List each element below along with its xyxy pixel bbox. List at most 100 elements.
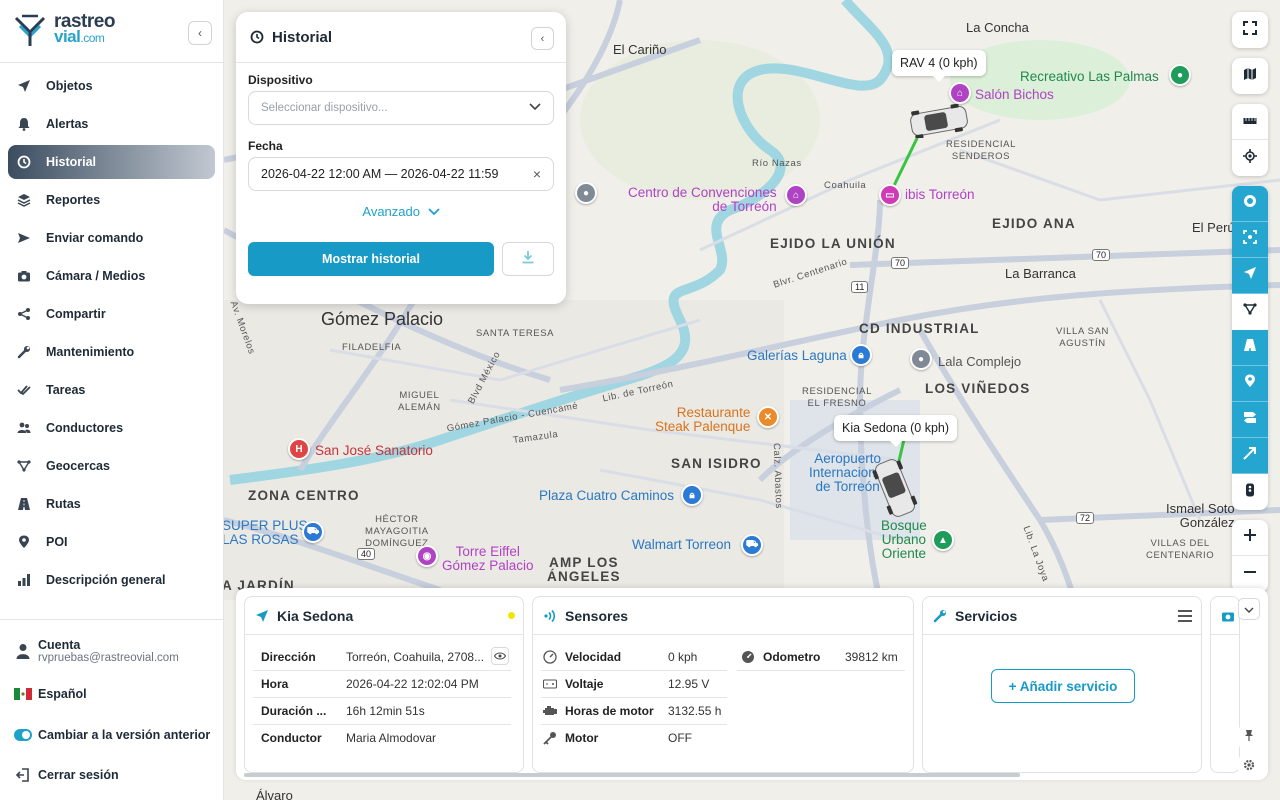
sidebar-item-label: Alertas xyxy=(46,117,89,131)
map-label: Álvaro xyxy=(256,788,293,800)
sidebar-item-label: Descripción general xyxy=(46,573,166,587)
sidebar-item-reportes[interactable]: Reportes xyxy=(8,183,215,217)
poi-camera-icon[interactable]: ◉ xyxy=(416,545,438,567)
poi-shopping-icon[interactable]: 🔒︎ xyxy=(681,484,703,506)
advanced-toggle[interactable]: Avanzado xyxy=(236,204,566,219)
poi-restaurant-icon[interactable]: ✕ xyxy=(757,406,779,428)
sidebar-item-poi[interactable]: POI xyxy=(8,525,215,559)
logout-button[interactable]: Cerrar sesión xyxy=(14,768,119,782)
map-label: Centro de Convenciones de Torreón xyxy=(628,185,777,214)
pin-panel-button[interactable] xyxy=(1238,726,1260,748)
sidebar-item-mantenimiento[interactable]: Mantenimiento xyxy=(8,335,215,369)
chevron-down-icon xyxy=(529,102,541,114)
clear-icon[interactable]: × xyxy=(533,166,541,182)
layer-toggle-button[interactable] xyxy=(1232,474,1268,510)
poi-generic-icon[interactable]: ● xyxy=(575,182,597,204)
sidebar-item-tareas[interactable]: Tareas xyxy=(8,373,215,407)
map-label: VILLA SAN AGUSTÍN xyxy=(1056,326,1109,349)
poi-cart-icon[interactable]: ⛟ xyxy=(302,521,324,543)
wrench-icon xyxy=(933,609,947,623)
sensor-row: Velocidad 0 kph xyxy=(543,650,697,664)
sidebar-item-descripcion-general[interactable]: Descripción general xyxy=(8,563,215,597)
sidebar-item-camara[interactable]: Cámara / Medios xyxy=(8,259,215,293)
sidebar-nav: Objetos Alertas Historial Reportes Envia… xyxy=(8,69,215,601)
layer-toggle-button[interactable] xyxy=(1232,402,1268,438)
close-panel-button[interactable]: ‹ xyxy=(531,27,554,50)
signpost-icon xyxy=(1243,410,1257,429)
vehicle-label-kia-sedona[interactable]: Kia Sedona (0 kph) xyxy=(834,415,958,447)
map-label: RESIDENCIAL EL FRESNO xyxy=(802,386,872,409)
logo[interactable]: rastreo vial.com xyxy=(12,12,115,48)
vehicle-car-icon[interactable] xyxy=(907,104,971,138)
zoom-out-button[interactable] xyxy=(1232,556,1268,592)
show-history-button[interactable]: Mostrar historial xyxy=(248,242,494,276)
vehicle-car-icon[interactable] xyxy=(870,454,920,522)
info-key: Hora xyxy=(261,677,289,691)
eye-icon[interactable] xyxy=(491,647,509,665)
sensor-value: 39812 km xyxy=(845,650,898,664)
signal-icon xyxy=(543,609,557,623)
info-value: Torreón, Coahuila, 2708... xyxy=(346,650,485,664)
poi-shopping-icon[interactable]: 🔒︎ xyxy=(850,344,872,366)
sidebar-item-historial[interactable]: Historial xyxy=(8,145,215,179)
poi-cart-icon[interactable]: ⛟ xyxy=(741,534,763,556)
sidebar-item-conductores[interactable]: Conductores xyxy=(8,411,215,445)
panel-settings-button[interactable] xyxy=(1238,756,1260,778)
layer-toggle-button[interactable] xyxy=(1232,186,1268,222)
map-type-button[interactable] xyxy=(1232,58,1268,94)
map-label: La Barranca xyxy=(1005,266,1076,281)
layer-toggle-button[interactable] xyxy=(1232,222,1268,258)
map-toolbar xyxy=(1232,12,1268,602)
poi-hotel-icon[interactable]: ▭ xyxy=(879,184,901,206)
legacy-version-toggle[interactable]: Cambiar a la versión anterior xyxy=(14,728,210,742)
sidebar-item-label: Historial xyxy=(46,155,97,169)
sensor-row: Motor OFF xyxy=(543,731,692,745)
map-label: SANTA TERESA xyxy=(476,328,555,339)
date-range-input[interactable]: 2026-04-22 12:00 AM — 2026-04-22 11:59 × xyxy=(248,157,554,191)
layer-toggle-button[interactable] xyxy=(1232,330,1268,366)
services-title: Servicios xyxy=(955,607,1018,624)
measure-button[interactable] xyxy=(1232,104,1268,140)
layer-toggle-button[interactable] xyxy=(1232,366,1268,402)
collapse-sidebar-button[interactable]: ‹ xyxy=(188,21,212,45)
locate-button[interactable] xyxy=(1232,140,1268,176)
divider xyxy=(253,724,511,725)
collapse-panel-button[interactable] xyxy=(1238,598,1260,620)
poi-park-icon[interactable]: ▲ xyxy=(932,529,954,551)
poi-park-icon[interactable]: ● xyxy=(1169,64,1191,86)
sidebar-item-enviar-comando[interactable]: Enviar comando xyxy=(8,221,215,255)
language-selector[interactable]: Español xyxy=(14,687,87,701)
map-label: Calz. Abastos xyxy=(770,442,785,510)
sidebar-item-compartir[interactable]: Compartir xyxy=(8,297,215,331)
poi-venue-icon[interactable]: ⌂ xyxy=(785,184,807,206)
sidebar-item-rutas[interactable]: Rutas xyxy=(8,487,215,521)
download-button[interactable] xyxy=(502,242,554,276)
layer-toggle-button[interactable] xyxy=(1232,294,1268,330)
device-select[interactable]: Seleccionar dispositivo... xyxy=(248,91,554,125)
horizontal-scrollbar[interactable] xyxy=(244,773,1020,777)
zoom-in-button[interactable] xyxy=(1232,520,1268,556)
sidebar-item-alertas[interactable]: Alertas xyxy=(8,107,215,141)
toggle-switch[interactable] xyxy=(14,729,32,741)
poi-hospital-icon[interactable]: H xyxy=(288,438,310,460)
menu-icon[interactable] xyxy=(1177,609,1193,623)
add-service-button[interactable]: + Añadir servicio xyxy=(991,669,1135,703)
extra-card xyxy=(1210,596,1240,773)
poi-venue-icon[interactable]: ⌂ xyxy=(949,82,971,104)
map-label: Recreativo Las Palmas xyxy=(1020,69,1159,84)
sidebar-item-label: Conductores xyxy=(46,421,124,435)
map-label: Ismael Soto González xyxy=(1166,501,1235,530)
sensors-title: Sensores xyxy=(565,607,629,624)
history-panel: Historial ‹ Dispositivo Seleccionar disp… xyxy=(236,12,566,304)
account-menu[interactable]: Cuenta rvpruebas@rastreovial.com xyxy=(14,638,179,664)
sidebar-item-objetos[interactable]: Objetos xyxy=(8,69,215,103)
chevron-down-icon xyxy=(424,204,440,219)
layer-toggle-button[interactable] xyxy=(1232,438,1268,474)
account-email: rvpruebas@rastreovial.com xyxy=(38,652,179,664)
vehicle-label-rav4[interactable]: RAV 4 (0 kph) xyxy=(892,50,986,82)
poi-generic-icon[interactable]: ● xyxy=(910,348,932,370)
chevron-left-icon: ‹ xyxy=(540,32,545,45)
sidebar-item-geocercas[interactable]: Geocercas xyxy=(8,449,215,483)
fullscreen-button[interactable] xyxy=(1232,12,1268,48)
layer-toggle-button[interactable] xyxy=(1232,258,1268,294)
